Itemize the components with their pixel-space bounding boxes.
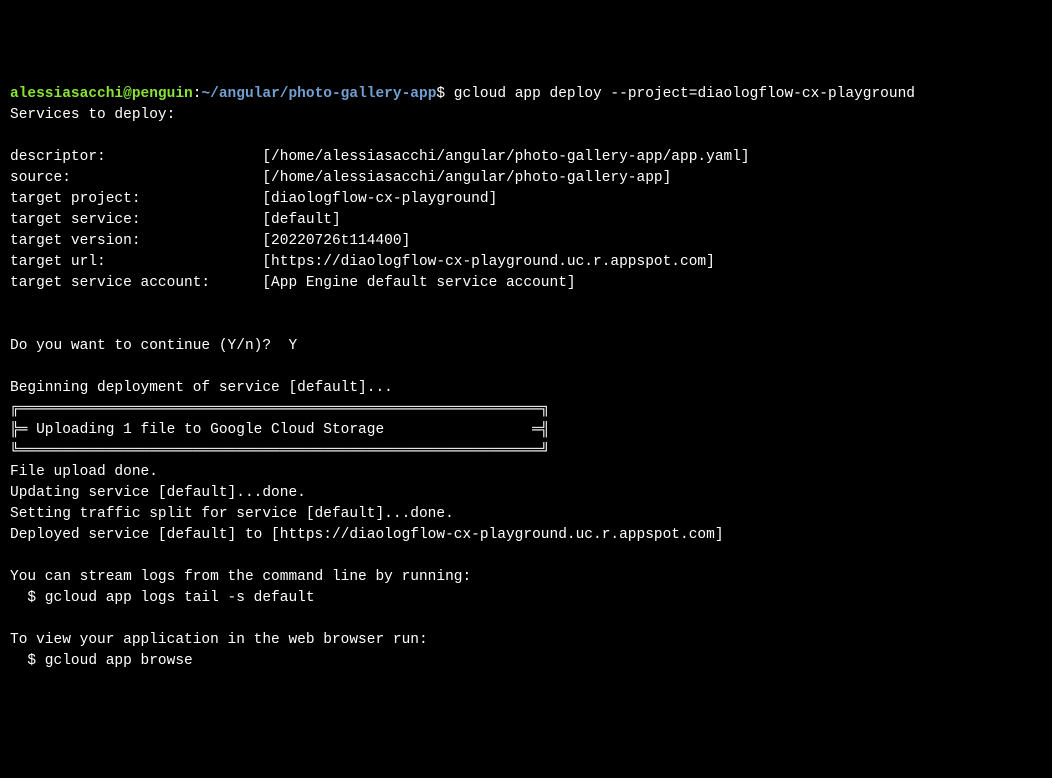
box-top: ╔═══════════════════════════════════════…: [10, 401, 550, 417]
services-header: Services to deploy:: [10, 107, 175, 123]
traffic-line: Setting traffic split for service [defau…: [10, 506, 454, 522]
descriptor-line: descriptor: [/home/alessiasacchi/angular…: [10, 149, 750, 165]
prompt-dollar: $: [436, 86, 445, 102]
browse-cmd-line: $ gcloud app browse: [10, 653, 193, 669]
target-url-line: target url: [https://diaologflow-cx-play…: [10, 254, 715, 270]
box-middle: ╠═ Uploading 1 file to Google Cloud Stor…: [10, 422, 550, 438]
beginning-line: Beginning deployment of service [default…: [10, 380, 393, 396]
terminal[interactable]: alessiasacchi@penguin:~/angular/photo-ga…: [10, 84, 1042, 672]
logs-cmd-line: $ gcloud app logs tail -s default: [10, 590, 315, 606]
source-line: source: [/home/alessiasacchi/angular/pho…: [10, 170, 671, 186]
prompt-path: ~/angular/photo-gallery-app: [201, 86, 436, 102]
prompt-at: @: [123, 86, 132, 102]
command-text: gcloud app deploy --project=diaologflow-…: [445, 86, 915, 102]
target-version-line: target version: [20220726t114400]: [10, 233, 410, 249]
target-project-line: target project: [diaologflow-cx-playgrou…: [10, 191, 497, 207]
target-service-line: target service: [default]: [10, 212, 341, 228]
deployed-line: Deployed service [default] to [https://d…: [10, 527, 724, 543]
confirm-prompt: Do you want to continue (Y/n)? Y: [10, 338, 297, 354]
stream-logs-line: You can stream logs from the command lin…: [10, 569, 471, 585]
prompt-host: penguin: [132, 86, 193, 102]
updating-line: Updating service [default]...done.: [10, 485, 306, 501]
box-bottom: ╚═══════════════════════════════════════…: [10, 443, 550, 459]
view-app-line: To view your application in the web brow…: [10, 632, 428, 648]
target-sa-line: target service account: [App Engine defa…: [10, 275, 576, 291]
file-upload-line: File upload done.: [10, 464, 158, 480]
prompt-user: alessiasacchi: [10, 86, 123, 102]
